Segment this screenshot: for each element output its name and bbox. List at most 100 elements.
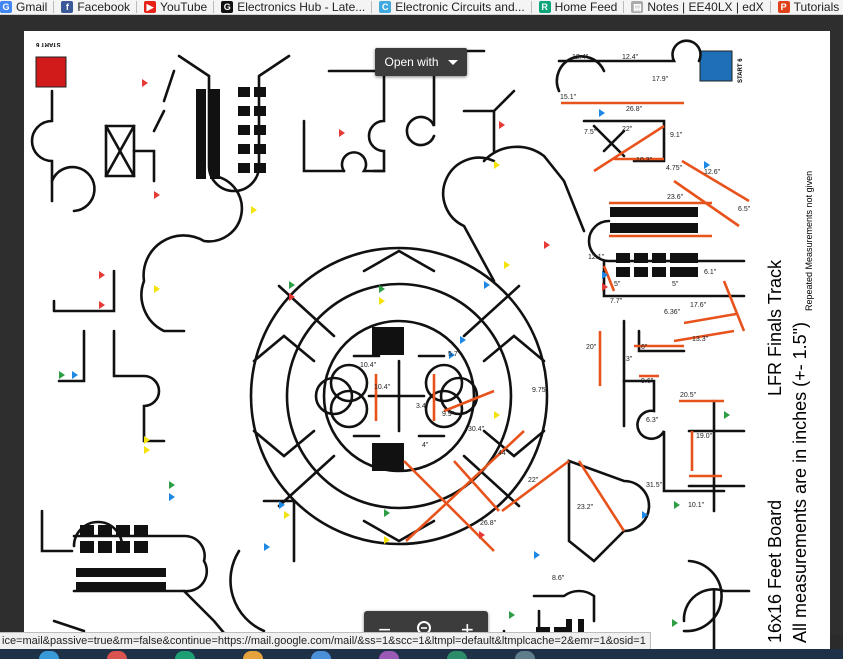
- tutorials-icon: P: [777, 1, 790, 13]
- measurement-label: 7.5": [584, 129, 597, 136]
- taskbar-app-icon[interactable]: [438, 649, 476, 659]
- measurement-label: 10.1": [688, 502, 705, 509]
- measurement-label: 9.75": [532, 387, 549, 394]
- bookmark-separator: [530, 1, 532, 13]
- measurement-tolerance-note: All measurements are in inches (+- 1.5"): [790, 321, 810, 643]
- measurement-label: 4.75": [666, 165, 683, 172]
- measurement-label: 12.4": [572, 54, 589, 61]
- bookmark-item[interactable]: G Electronics Hub - Late...: [221, 0, 373, 14]
- measurement-label: 44": [498, 450, 509, 457]
- bookmark-label: Electronic Circuits and...: [395, 0, 525, 14]
- track-drawing-page: 12.4" 12.4" 17.9" 15.1" 26.8" 7.5" 22" 9.1" 10.3…: [24, 31, 830, 651]
- measurement-label: 15.1": [560, 94, 577, 101]
- measurement-label: 5.7": [448, 351, 461, 358]
- bookmark-separator: [769, 1, 771, 13]
- start-box: [35, 56, 67, 88]
- bookmark-separator: [136, 1, 138, 13]
- taskbar-app-icon[interactable]: [302, 649, 340, 659]
- measurement-label: 23.2": [577, 504, 594, 511]
- bookmark-separator: [371, 1, 373, 13]
- windows-taskbar: [0, 649, 843, 659]
- measurement-label: 17.6": [690, 302, 707, 309]
- status-bar-url: ice=mail&passive=true&rm=false&continue=…: [0, 632, 651, 650]
- bookmark-item[interactable]: f Facebook: [61, 0, 138, 14]
- google-icon: G: [0, 1, 12, 13]
- facebook-icon: f: [61, 1, 74, 13]
- measurement-label: 9.1": [670, 132, 683, 139]
- bookmark-label: Gmail: [16, 0, 48, 14]
- board-size-title: 16x16 Feet Board: [765, 499, 785, 643]
- taskbar-app-icon[interactable]: [166, 649, 204, 659]
- bookmarks-bar: G Gmail f Facebook ▶ YouTube G Electronics Hub …: [0, 0, 843, 15]
- measurement-label: 22": [622, 126, 633, 133]
- measurement-label: 5": [672, 281, 679, 288]
- bookmark-item[interactable]: ▶ YouTube: [144, 0, 215, 14]
- measurement-label: 8.6": [552, 575, 565, 582]
- measurement-label: 26.8": [480, 520, 497, 527]
- finish-label: START 6: [738, 58, 744, 83]
- measurement-label: 19.0": [696, 433, 713, 440]
- circuits-icon: C: [379, 1, 392, 13]
- measurement-label: 26.8": [626, 106, 643, 113]
- open-with-button[interactable]: Open with: [375, 48, 467, 76]
- taskbar-app-icon[interactable]: [370, 649, 408, 659]
- bookmark-label: YouTube: [160, 0, 208, 14]
- track-blocks: [76, 87, 698, 649]
- start-label: START 6: [36, 41, 61, 47]
- measurement-label: 12.1": [588, 254, 605, 261]
- measurement-label: 22": [528, 477, 539, 484]
- measurement-label: 7.7": [610, 298, 623, 305]
- bookmark-item[interactable]: C Electronic Circuits and...: [379, 0, 532, 14]
- pdf-viewer: 12.4" 12.4" 17.9" 15.1" 26.8" 7.5" 22" 9.1" 10.3…: [0, 15, 843, 651]
- bookmark-item[interactable]: ▤ Notes | EE40LX | edX: [631, 0, 771, 14]
- bookmark-label: Notes | EE40LX | edX: [647, 0, 764, 14]
- measurement-label: 6": [641, 344, 648, 351]
- measurement-label: 31.5": [646, 482, 663, 489]
- bookmark-label: Tutorials - learn: [793, 0, 843, 14]
- measurement-label: 10.3": [636, 157, 653, 164]
- measurement-label: 6.36": [664, 309, 681, 316]
- measurement-label: 6.1": [704, 269, 717, 276]
- repeated-measurements-note: Repeated Measurements not given: [804, 170, 814, 311]
- measurement-label: 13": [622, 356, 633, 363]
- taskbar-app-icon[interactable]: [98, 649, 136, 659]
- measurement-label: 20.5": [680, 392, 697, 399]
- bookmark-item[interactable]: PTutorials - learn: [777, 0, 843, 14]
- measurement-label: 13.3": [692, 336, 709, 343]
- measurement-lines: [374, 101, 750, 552]
- electronics-hub-icon: G: [221, 1, 234, 13]
- researchgate-icon: R: [538, 1, 551, 13]
- measurement-label: 10.4": [360, 362, 377, 369]
- youtube-icon: ▶: [144, 1, 157, 13]
- bookmark-separator: [623, 1, 625, 13]
- measurement-label: 30.4": [468, 426, 485, 433]
- bookmark-label: Home Feed: [554, 0, 618, 14]
- measurement-label: 10.4": [374, 384, 391, 391]
- bookmark-label: Electronics Hub - Late...: [237, 0, 366, 14]
- chevron-down-icon: [447, 59, 458, 65]
- measurement-label: 9.6": [641, 378, 654, 385]
- measurement-label: 4": [422, 442, 429, 449]
- bookmark-label: Facebook: [77, 0, 131, 14]
- track-title: LFR Finals Track: [765, 259, 785, 396]
- taskbar-app-icon[interactable]: [506, 649, 544, 659]
- measurement-label: 6.3": [646, 417, 659, 424]
- taskbar-app-icon[interactable]: [234, 649, 272, 659]
- measurement-label: 3.4": [416, 403, 429, 410]
- open-with-label: Open with: [384, 55, 439, 69]
- measurement-label: 9.9": [442, 411, 455, 418]
- finish-box: [699, 50, 733, 82]
- taskbar-app-icon[interactable]: [30, 649, 68, 659]
- bookmark-separator: [53, 1, 55, 13]
- measurement-label: 12.6": [704, 169, 721, 176]
- measurement-label: 20": [586, 344, 597, 351]
- bookmark-item[interactable]: R Home Feed: [538, 0, 625, 14]
- notes-icon: ▤: [631, 1, 644, 13]
- track-diagram: 12.4" 12.4" 17.9" 15.1" 26.8" 7.5" 22" 9.1" 10.3…: [30, 39, 751, 651]
- measurement-labels: 12.4" 12.4" 17.9" 15.1" 26.8" 7.5" 22" 9.1" 10.3…: [360, 54, 751, 582]
- bookmark-item[interactable]: G Gmail: [0, 0, 55, 14]
- measurement-label: 5": [614, 281, 621, 288]
- measurement-label: 12.4": [622, 54, 639, 61]
- measurement-label: 6.5": [738, 206, 751, 213]
- bookmark-separator: [213, 1, 215, 13]
